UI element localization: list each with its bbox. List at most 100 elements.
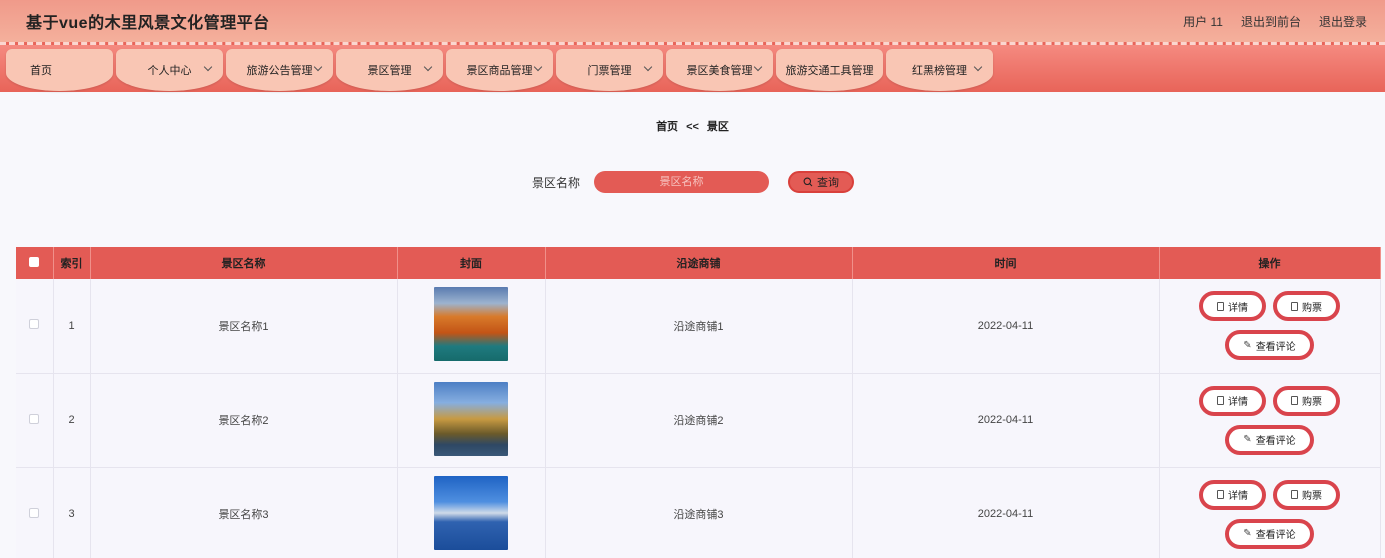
document-icon xyxy=(1291,490,1298,499)
scenic-table: 索引 景区名称 封面 沿途商铺 时间 操作 1 景区名称1 沿途商铺1 2022… xyxy=(16,247,1381,558)
search-bar: 景区名称 查询 xyxy=(532,171,855,193)
view-comments-button[interactable]: ✎ 查看评论 xyxy=(1225,424,1314,455)
chevron-down-icon xyxy=(313,62,323,72)
edit-icon: ✎ xyxy=(1243,528,1252,539)
table-row: 3 景区名称3 沿途商铺3 2022-04-11 详情 购票 ✎ 查看评论 xyxy=(16,467,1381,558)
main-nav: 首页 个人中心 旅游公告管理 景区管理 景区商品管理 门票管理 景区美食管理 旅… xyxy=(6,49,993,91)
nav-item-label: 旅游交通工具管理 xyxy=(785,65,874,77)
chevron-down-icon xyxy=(643,62,653,72)
column-header-actions: 操作 xyxy=(1159,247,1381,279)
table-row: 2 景区名称2 沿途商铺2 2022-04-11 详情 购票 ✎ 查看评论 xyxy=(16,373,1381,467)
search-button[interactable]: 查询 xyxy=(788,171,855,193)
nav-item-announcements[interactable]: 旅游公告管理 xyxy=(226,49,333,91)
view-comments-button-label: 查看评论 xyxy=(1255,341,1296,353)
row-actions: 详情 购票 ✎ 查看评论 xyxy=(1160,385,1380,455)
nav-band: 首页 个人中心 旅游公告管理 景区管理 景区商品管理 门票管理 景区美食管理 旅… xyxy=(0,42,1385,92)
column-header-shops: 沿途商铺 xyxy=(545,247,853,279)
detail-button[interactable]: 详情 xyxy=(1199,479,1266,510)
edit-icon: ✎ xyxy=(1243,434,1252,445)
chevron-down-icon xyxy=(203,62,213,72)
breadcrumb-separator: << xyxy=(686,121,699,133)
detail-button-label: 详情 xyxy=(1228,491,1248,502)
nav-item-scenic-spots[interactable]: 景区管理 xyxy=(336,49,443,91)
chevron-down-icon xyxy=(423,62,433,72)
chevron-down-icon xyxy=(973,62,983,72)
chevron-down-icon xyxy=(753,62,763,72)
select-all-checkbox[interactable] xyxy=(29,256,40,267)
row-index: 1 xyxy=(53,279,91,373)
column-header-time: 时间 xyxy=(852,247,1160,279)
row-time: 2022-04-11 xyxy=(852,279,1160,373)
nav-item-label: 景区美食管理 xyxy=(686,65,753,77)
cover-image xyxy=(434,381,508,456)
document-icon xyxy=(1291,396,1298,405)
nav-item-red-black-list[interactable]: 红黑榜管理 xyxy=(886,49,993,91)
nav-item-transport[interactable]: 旅游交通工具管理 xyxy=(776,49,883,91)
row-name: 景区名称3 xyxy=(90,467,398,558)
buy-ticket-button-label: 购票 xyxy=(1302,491,1322,502)
document-icon xyxy=(1217,490,1224,499)
detail-button[interactable]: 详情 xyxy=(1199,291,1266,322)
row-checkbox[interactable] xyxy=(29,507,40,518)
detail-button-label: 详情 xyxy=(1228,302,1248,314)
search-input[interactable] xyxy=(594,171,770,193)
user-label[interactable]: 用户 11 xyxy=(1183,13,1223,30)
row-name: 景区名称1 xyxy=(90,279,398,373)
row-actions: 详情 购票 ✎ 查看评论 xyxy=(1160,291,1380,361)
row-name: 景区名称2 xyxy=(90,373,398,467)
back-to-front-link[interactable]: 退出到前台 xyxy=(1241,13,1301,30)
logout-link[interactable]: 退出登录 xyxy=(1319,13,1367,30)
select-all-cell xyxy=(16,247,54,279)
column-header-name: 景区名称 xyxy=(90,247,398,279)
nav-item-food[interactable]: 景区美食管理 xyxy=(666,49,773,91)
buy-ticket-button[interactable]: 购票 xyxy=(1273,479,1340,510)
row-shops: 沿途商铺3 xyxy=(545,467,853,558)
column-header-index: 索引 xyxy=(53,247,91,279)
nav-item-label: 首页 xyxy=(30,65,52,77)
nav-item-label: 红黑榜管理 xyxy=(912,65,967,77)
row-time: 2022-04-11 xyxy=(852,373,1160,467)
row-checkbox[interactable] xyxy=(29,319,40,330)
nav-item-label: 景区管理 xyxy=(367,65,412,77)
view-comments-button[interactable]: ✎ 查看评论 xyxy=(1225,518,1314,549)
nav-item-home[interactable]: 首页 xyxy=(6,49,113,91)
row-index: 2 xyxy=(53,373,91,467)
chevron-down-icon xyxy=(533,62,543,72)
buy-ticket-button-label: 购票 xyxy=(1302,397,1322,408)
breadcrumb: 首页 << 景区 xyxy=(0,118,1385,134)
nav-item-label: 景区商品管理 xyxy=(466,65,533,77)
row-shops: 沿途商铺2 xyxy=(545,373,853,467)
row-index: 3 xyxy=(53,467,91,558)
edit-icon: ✎ xyxy=(1243,339,1252,351)
nav-item-tickets[interactable]: 门票管理 xyxy=(556,49,663,91)
buy-ticket-button[interactable]: 购票 xyxy=(1273,291,1340,322)
table-row: 1 景区名称1 沿途商铺1 2022-04-11 详情 购票 ✎ 查看评论 xyxy=(16,279,1381,373)
row-shops: 沿途商铺1 xyxy=(545,279,853,373)
nav-item-goods[interactable]: 景区商品管理 xyxy=(446,49,553,91)
nav-item-personal-center[interactable]: 个人中心 xyxy=(116,49,223,91)
cover-image xyxy=(434,475,508,550)
row-checkbox[interactable] xyxy=(29,413,40,424)
view-comments-button[interactable]: ✎ 查看评论 xyxy=(1225,330,1314,361)
detail-button-label: 详情 xyxy=(1228,397,1248,408)
top-header: 基于vue的木里风景文化管理平台 用户 11 退出到前台 退出登录 xyxy=(0,0,1385,42)
app-title: 基于vue的木里风景文化管理平台 xyxy=(26,15,270,32)
nav-item-label: 门票管理 xyxy=(587,65,632,77)
nav-item-label: 旅游公告管理 xyxy=(246,65,313,77)
search-button-label: 查询 xyxy=(817,177,840,189)
view-comments-button-label: 查看评论 xyxy=(1255,530,1296,541)
buy-ticket-button[interactable]: 购票 xyxy=(1273,385,1340,416)
document-icon xyxy=(1217,301,1224,311)
document-icon xyxy=(1217,396,1224,405)
document-icon xyxy=(1291,301,1298,311)
table-header-row: 索引 景区名称 封面 沿途商铺 时间 操作 xyxy=(16,247,1381,279)
breadcrumb-home[interactable]: 首页 xyxy=(656,121,678,133)
search-label: 景区名称 xyxy=(532,175,581,190)
detail-button[interactable]: 详情 xyxy=(1199,385,1266,416)
nav-item-label: 个人中心 xyxy=(147,65,192,77)
cover-image xyxy=(434,287,508,362)
buy-ticket-button-label: 购票 xyxy=(1302,302,1322,314)
row-actions: 详情 购票 ✎ 查看评论 xyxy=(1160,479,1380,549)
view-comments-button-label: 查看评论 xyxy=(1255,436,1296,447)
top-links: 用户 11 退出到前台 退出登录 xyxy=(1183,13,1367,30)
